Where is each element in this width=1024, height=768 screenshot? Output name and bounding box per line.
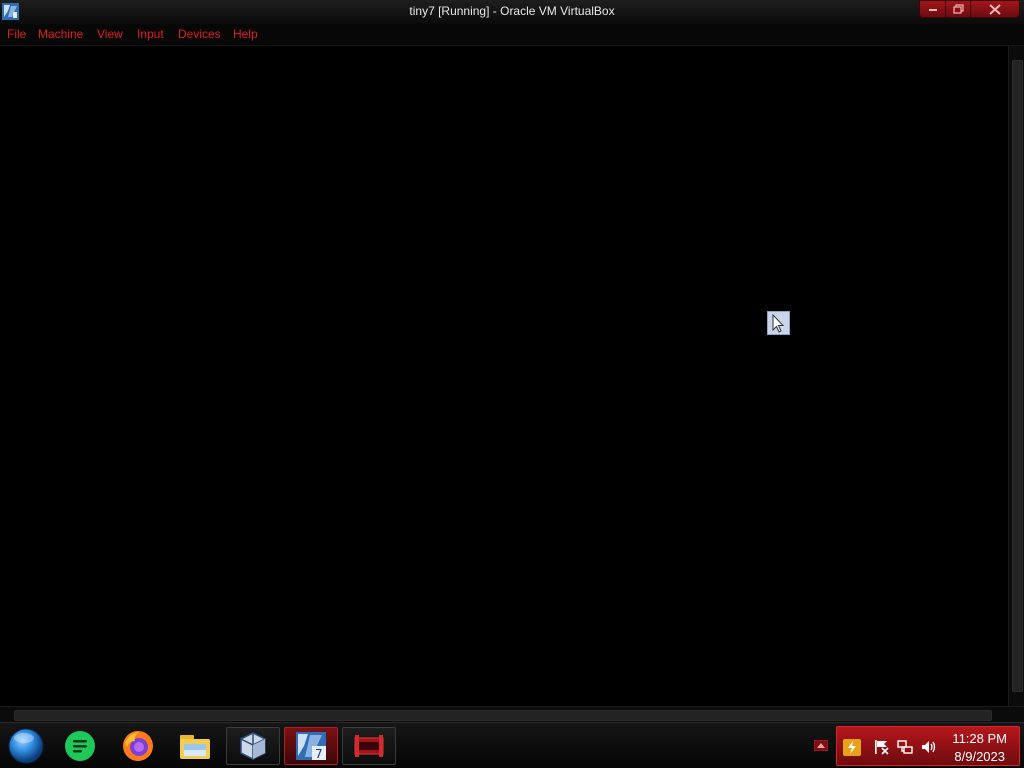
bolt-app-tray-icon[interactable] xyxy=(843,739,861,756)
mouse-cursor-icon xyxy=(767,311,790,335)
notes-app-icon xyxy=(65,731,95,761)
taskbar-virtualbox-manager[interactable] xyxy=(226,727,280,765)
virtualbox-vm-icon: 7 xyxy=(296,732,326,761)
title-bar[interactable]: tiny7 [Running] - Oracle VM VirtualBox xyxy=(0,0,1024,25)
volume-icon[interactable] xyxy=(921,739,937,755)
start-orb-icon xyxy=(8,728,44,764)
minimize-icon xyxy=(928,9,937,11)
vertical-scrollbar[interactable] xyxy=(1008,46,1024,706)
menu-machine[interactable]: Machine xyxy=(38,27,83,41)
taskbar-file-explorer[interactable] xyxy=(168,727,222,765)
vm-display[interactable] xyxy=(0,46,1008,706)
window-title: tiny7 [Running] - Oracle VM VirtualBox xyxy=(409,4,615,18)
network-icon[interactable] xyxy=(897,739,913,755)
clock-time[interactable]: 11:28 PM xyxy=(952,731,1007,746)
horizontal-scroll-thumb[interactable] xyxy=(14,710,992,721)
file-explorer-icon xyxy=(180,735,210,759)
restore-button[interactable] xyxy=(945,0,971,18)
taskbar-firefox[interactable] xyxy=(111,727,165,765)
start-button[interactable] xyxy=(0,727,52,765)
svg-text:7: 7 xyxy=(315,747,323,761)
close-button[interactable] xyxy=(970,0,1020,18)
red-app-icon xyxy=(354,735,384,757)
taskbar-virtualbox-vm[interactable]: 7 xyxy=(284,727,338,765)
menu-view[interactable]: View xyxy=(97,27,123,41)
menu-input[interactable]: Input xyxy=(137,27,164,41)
virtualbox-manager-icon xyxy=(240,732,266,760)
vertical-scroll-thumb[interactable] xyxy=(1012,60,1023,692)
taskbar: 7 11:28 PM 8/9/2023 xyxy=(0,722,1024,768)
action-center-flag-icon[interactable] xyxy=(873,739,889,755)
show-hidden-icons-icon[interactable] xyxy=(814,740,828,751)
menu-help[interactable]: Help xyxy=(233,27,258,41)
menu-devices[interactable]: Devices xyxy=(178,27,221,41)
horizontal-scrollbar[interactable] xyxy=(0,706,1024,722)
close-icon xyxy=(989,3,1001,15)
firefox-icon xyxy=(123,731,153,761)
system-tray: 11:28 PM 8/9/2023 xyxy=(836,726,1020,766)
menu-bar: File Machine View Input Devices Help xyxy=(0,24,1024,46)
taskbar-notes-app[interactable] xyxy=(53,727,107,765)
clock-date[interactable]: 8/9/2023 xyxy=(954,749,1005,764)
minimize-button[interactable] xyxy=(919,0,946,18)
menu-file[interactable]: File xyxy=(7,27,26,41)
restore-icon xyxy=(952,4,964,14)
taskbar-red-app[interactable] xyxy=(342,727,396,765)
